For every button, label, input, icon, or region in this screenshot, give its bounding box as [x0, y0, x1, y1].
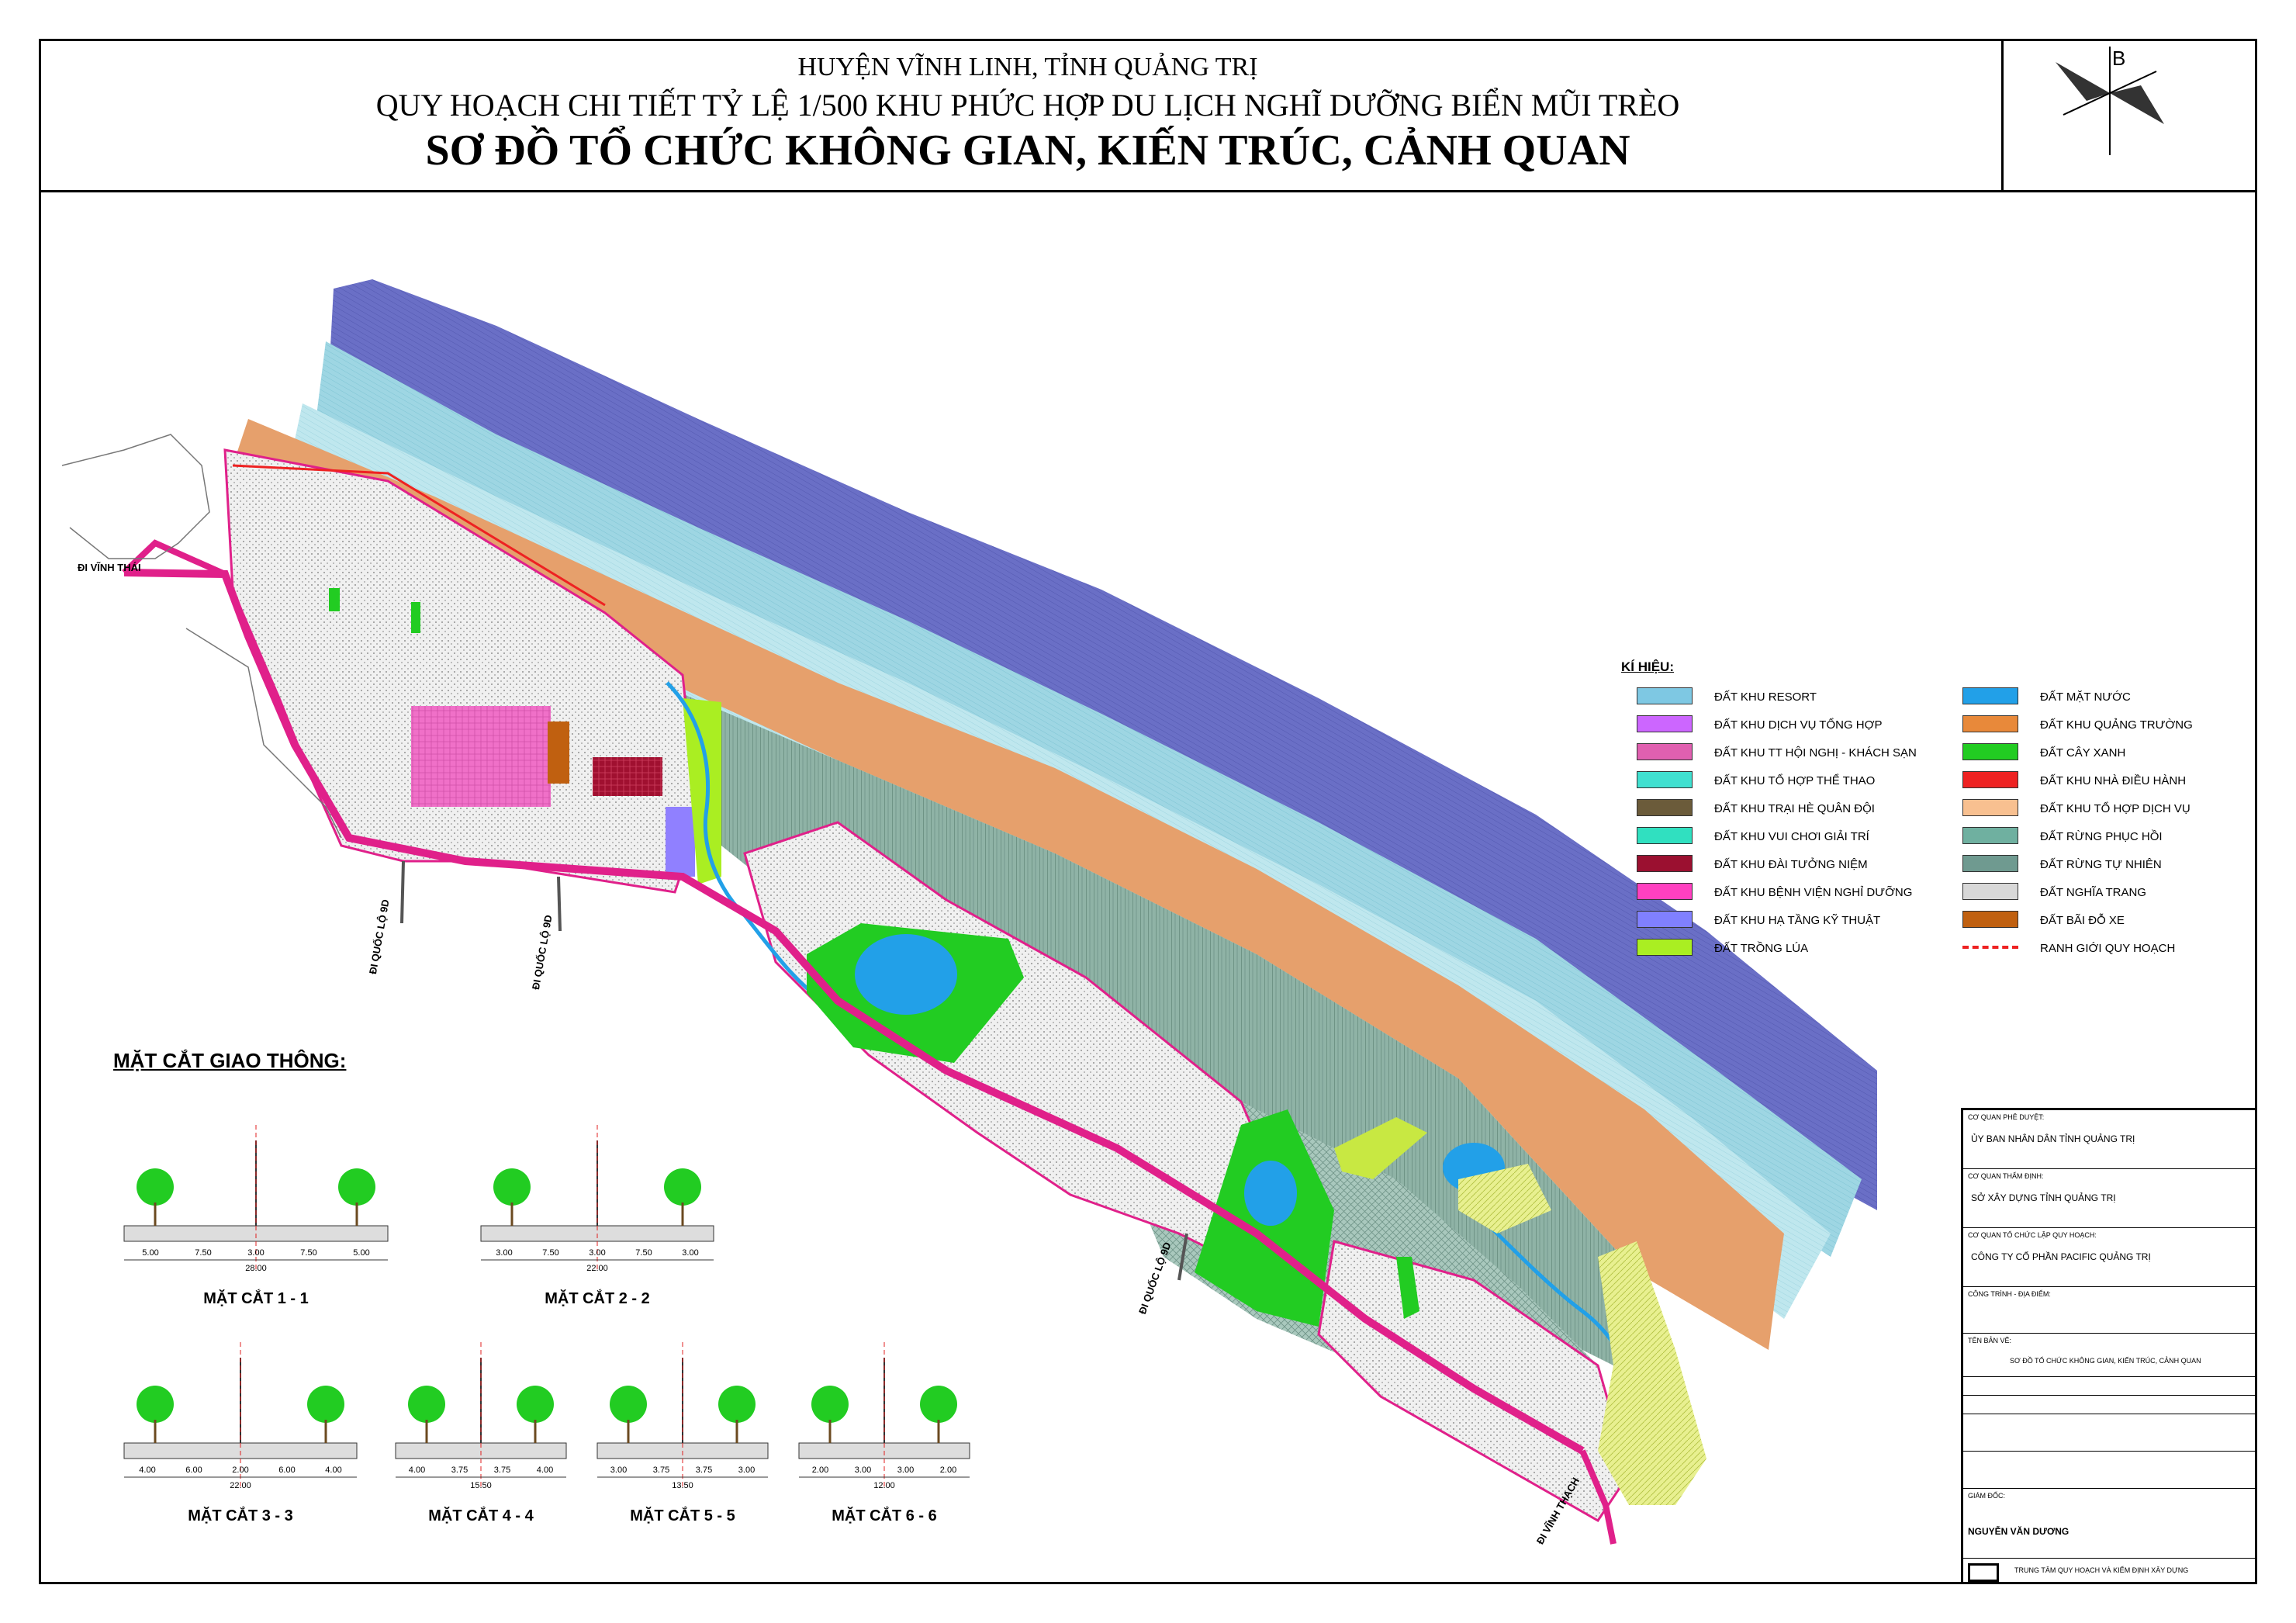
consultant-name: TRUNG TÂM QUY HOẠCH VÀ KIỂM ĐỊNH XÂY DỰN…	[2014, 1566, 2189, 1574]
tree-icon	[517, 1386, 554, 1423]
section-dim: 3.00	[496, 1248, 512, 1258]
road-section: 4.00 6.00 2.00 6.00 4.00 22.00 MẶT CẮT 3 - 3	[123, 1342, 358, 1524]
tree-icon	[493, 1168, 531, 1206]
section-dim: 4.00	[139, 1466, 155, 1475]
section-name: MẶT CẮT 5 - 5	[630, 1506, 735, 1524]
section-dim: 3.75	[451, 1466, 468, 1475]
tree-icon	[137, 1168, 174, 1206]
road-section: 4.00 3.75 3.75 4.00 15.50 MẶT CẮT 4 - 4	[395, 1342, 567, 1524]
section-dim: 6.00	[278, 1466, 295, 1475]
section-total: 13.50	[672, 1481, 693, 1490]
section-dim: 5.00	[353, 1248, 369, 1258]
project-label: CÔNG TRÌNH - ĐỊA ĐIỂM:	[1968, 1290, 2051, 1298]
section-dim: 2.00	[232, 1466, 248, 1475]
tree-icon	[811, 1386, 849, 1423]
section-dim: 7.50	[635, 1248, 652, 1258]
section-dim: 4.00	[325, 1466, 341, 1475]
section-dim: 6.00	[185, 1466, 202, 1475]
director-name: NGUYỄN VĂN DƯƠNG	[1968, 1526, 2070, 1537]
section-dim: 3.75	[653, 1466, 669, 1475]
company-logo	[1968, 1563, 1999, 1582]
section-total: 22.00	[586, 1264, 608, 1273]
approve-org: ỦY BAN NHÂN DÂN TỈNH QUẢNG TRỊ	[1971, 1133, 2135, 1144]
section-total: 22.00	[230, 1481, 251, 1490]
section-dim: 7.50	[542, 1248, 558, 1258]
section-dim: 2.00	[940, 1466, 956, 1475]
section-dim: 5.00	[142, 1248, 158, 1258]
director-label: GIÁM ĐỐC:	[1968, 1492, 2006, 1500]
section-name: MẶT CẮT 3 - 3	[188, 1506, 293, 1524]
tree-icon	[610, 1386, 647, 1423]
road-sections: 5.00 7.50 3.00 7.50 5.00 28.00 MẶT CẮT 1 - 1 3.…	[123, 1125, 970, 1524]
section-name: MẶT CẮT 2 - 2	[545, 1289, 650, 1307]
section-name: MẶT CẮT 4 - 4	[428, 1506, 534, 1524]
drawing-name: SƠ ĐỒ TỔ CHỨC KHÔNG GIAN, KIẾN TRÚC, CẢN…	[2010, 1357, 2201, 1365]
section-dim: 3.00	[738, 1466, 755, 1475]
section-dim: 4.00	[537, 1466, 553, 1475]
road-section: 3.00 7.50 3.00 7.50 3.00 22.00 MẶT CẮT 2 - 2	[480, 1125, 714, 1307]
section-name: MẶT CẮT 1 - 1	[203, 1289, 309, 1307]
organize-label: CƠ QUAN TỔ CHỨC LẬP QUY HOẠCH:	[1968, 1231, 2097, 1239]
organize-org: CÔNG TY CỔ PHẦN PACIFIC QUẢNG TRỊ	[1971, 1251, 2151, 1262]
road-section: 2.00 3.00 3.00 2.00 12.00 MẶT CẮT 6 - 6	[798, 1342, 970, 1524]
section-dim: 7.50	[195, 1248, 211, 1258]
approve-label: CƠ QUAN PHÊ DUYỆT:	[1968, 1113, 2045, 1121]
tree-icon	[408, 1386, 445, 1423]
road-section: 5.00 7.50 3.00 7.50 5.00 28.00 MẶT CẮT 1 - 1	[123, 1125, 389, 1307]
tree-icon	[718, 1386, 756, 1423]
tree-icon	[664, 1168, 701, 1206]
section-dim: 3.75	[494, 1466, 510, 1475]
section-dim: 4.00	[409, 1466, 425, 1475]
section-dim: 3.00	[589, 1248, 605, 1258]
section-name: MẶT CẮT 6 - 6	[832, 1506, 937, 1524]
tree-icon	[137, 1386, 174, 1423]
appraise-label: CƠ QUAN THẨM ĐỊNH:	[1968, 1172, 2044, 1180]
section-dim: 2.00	[812, 1466, 828, 1475]
tree-icon	[307, 1386, 344, 1423]
appraise-org: SỞ XÂY DỰNG TỈNH QUẢNG TRỊ	[1971, 1192, 2116, 1203]
section-dim: 3.75	[696, 1466, 712, 1475]
section-dim: 3.00	[897, 1466, 914, 1475]
section-dim: 3.00	[247, 1248, 264, 1258]
drawing-label: TÊN BẢN VẼ:	[1968, 1337, 2012, 1344]
tree-icon	[338, 1168, 375, 1206]
approval-title-block: CƠ QUAN PHÊ DUYỆT: ỦY BAN NHÂN DÂN TỈNH …	[1961, 1108, 2257, 1584]
section-dim: 7.50	[300, 1248, 316, 1258]
section-dim: 3.00	[855, 1466, 871, 1475]
section-dim: 3.00	[610, 1466, 627, 1475]
road-section: 3.00 3.75 3.75 3.00 13.50 MẶT CẮT 5 - 5	[596, 1342, 769, 1524]
tree-icon	[920, 1386, 957, 1423]
section-dim: 3.00	[682, 1248, 698, 1258]
section-total: 12.00	[873, 1481, 895, 1490]
section-total: 28.00	[245, 1264, 267, 1273]
section-total: 15.50	[470, 1481, 492, 1490]
